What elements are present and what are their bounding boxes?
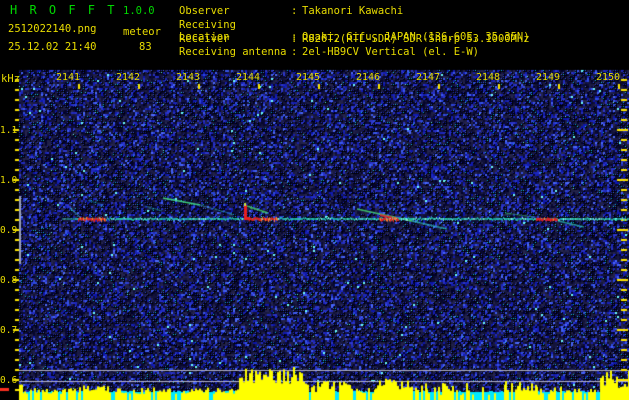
timestamp: 25.12.02 21:40 — [8, 41, 97, 53]
time-tick-label: 2147 — [416, 72, 441, 83]
info-label: Receiver — [179, 32, 230, 45]
info-colon: : — [291, 5, 298, 17]
info-colon: : — [291, 32, 298, 45]
info-value: R820T2(RTL-SDR) SDR-Sharp 53.1000MHz — [302, 32, 530, 45]
info-label: Receiving antenna — [179, 46, 287, 59]
time-tick-label: 2150 — [596, 72, 621, 83]
hrofft-window: H R O F F T 1.0.0 2512022140.png meteor … — [0, 0, 629, 400]
time-tick-label: 2148 — [476, 72, 501, 83]
info-row-observer: Observer: Takanori Kawachi — [179, 5, 530, 19]
freq-tick-label: 1.1 — [0, 125, 18, 136]
info-colon: : — [291, 46, 298, 59]
freq-tick-label: 0.6 — [0, 375, 18, 386]
freq-tick-label: 0.9 — [0, 225, 18, 236]
khz-unit-label: kHz — [1, 73, 20, 85]
time-tick-label: 2145 — [296, 72, 321, 83]
time-tick-label: 2143 — [176, 72, 201, 83]
info-row-antenna: Receiving antenna:2el-HB9CV Vertical (el… — [179, 46, 530, 60]
info-label: Observer — [179, 5, 230, 17]
file-name: 2512022140.png — [8, 23, 97, 35]
app-version: 1.0.0 — [123, 5, 155, 17]
time-tick-label: 2141 — [56, 72, 81, 83]
time-tick-label: 2146 — [356, 72, 381, 83]
info-value: 2el-HB9CV Vertical (el. E-W) — [302, 46, 480, 59]
freq-tick-label: 1.0 — [0, 175, 18, 186]
info-row-location: Receiving Location: Ogaki, Gifu, JAPAN (1… — [179, 19, 530, 43]
freq-tick-label: 0.7 — [0, 325, 18, 336]
echo-count: 83 — [139, 41, 152, 53]
time-tick-label: 2149 — [536, 72, 561, 83]
info-row-receiver: Receiver: R820T2(RTL-SDR) SDR-Sharp 53.10… — [179, 33, 530, 47]
time-tick-label: 2144 — [236, 72, 261, 83]
mode-label: meteor — [123, 26, 161, 38]
time-tick-label: 2142 — [116, 72, 141, 83]
observer-info-table: Observer: Takanori Kawachi Receiving Loca… — [179, 5, 530, 60]
freq-tick-label: 0.8 — [0, 275, 18, 286]
app-title: H R O F F T — [10, 3, 117, 17]
info-value: Takanori Kawachi — [302, 5, 404, 17]
